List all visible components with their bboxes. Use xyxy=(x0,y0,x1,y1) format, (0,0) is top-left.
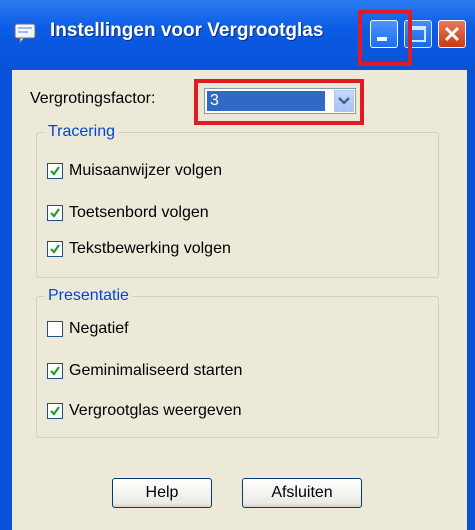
title-bar[interactable]: Instellingen voor Vergrootglas xyxy=(0,0,475,70)
presentation-group: Presentatie Negatief Geminimaliseerd sta… xyxy=(36,287,439,438)
follow-keyboard-checkbox[interactable] xyxy=(47,205,63,221)
tracking-group: Tracering Muisaanwijzer volgen Toetsenbo… xyxy=(36,123,439,278)
follow-mouse-checkbox[interactable] xyxy=(47,163,63,179)
tracking-group-title: Tracering xyxy=(45,123,118,141)
zoom-label: Vergrotingsfactor: xyxy=(30,90,156,107)
checkmark-icon xyxy=(50,406,60,416)
follow-mouse-label: Muisaanwijzer volgen xyxy=(69,162,222,179)
minimize-highlight-box xyxy=(358,10,412,66)
checkmark-icon xyxy=(50,244,60,254)
help-button[interactable]: Help xyxy=(112,478,212,508)
checkmark-icon xyxy=(50,208,60,218)
negative-label: Negatief xyxy=(69,320,129,337)
follow-text-editing-checkbox[interactable] xyxy=(47,241,63,257)
checkmark-icon xyxy=(50,366,60,376)
follow-text-editing-label: Tekstbewerking volgen xyxy=(69,240,231,257)
start-minimized-label: Geminimaliseerd starten xyxy=(69,362,243,379)
checkmark-icon xyxy=(50,166,60,176)
close-button[interactable] xyxy=(438,20,466,48)
window-title: Instellingen voor Vergrootglas xyxy=(50,20,324,41)
negative-checkbox[interactable] xyxy=(47,321,63,337)
presentation-group-title: Presentatie xyxy=(45,287,132,305)
exit-button[interactable]: Afsluiten xyxy=(242,478,362,508)
follow-keyboard-label: Toetsenbord volgen xyxy=(69,204,209,221)
zoom-highlight-box xyxy=(194,79,364,125)
show-magnifier-checkbox[interactable] xyxy=(47,403,63,419)
magnifier-settings-icon xyxy=(14,22,38,45)
close-icon xyxy=(444,26,460,42)
start-minimized-checkbox[interactable] xyxy=(47,363,63,379)
dialog-window: Instellingen voor Vergrootglas Vergrotin… xyxy=(0,0,475,530)
dialog-client-area: Vergrotingsfactor: 3 Tracering Muisaanwi… xyxy=(12,70,467,530)
show-magnifier-label: Vergrootglas weergeven xyxy=(69,402,242,419)
